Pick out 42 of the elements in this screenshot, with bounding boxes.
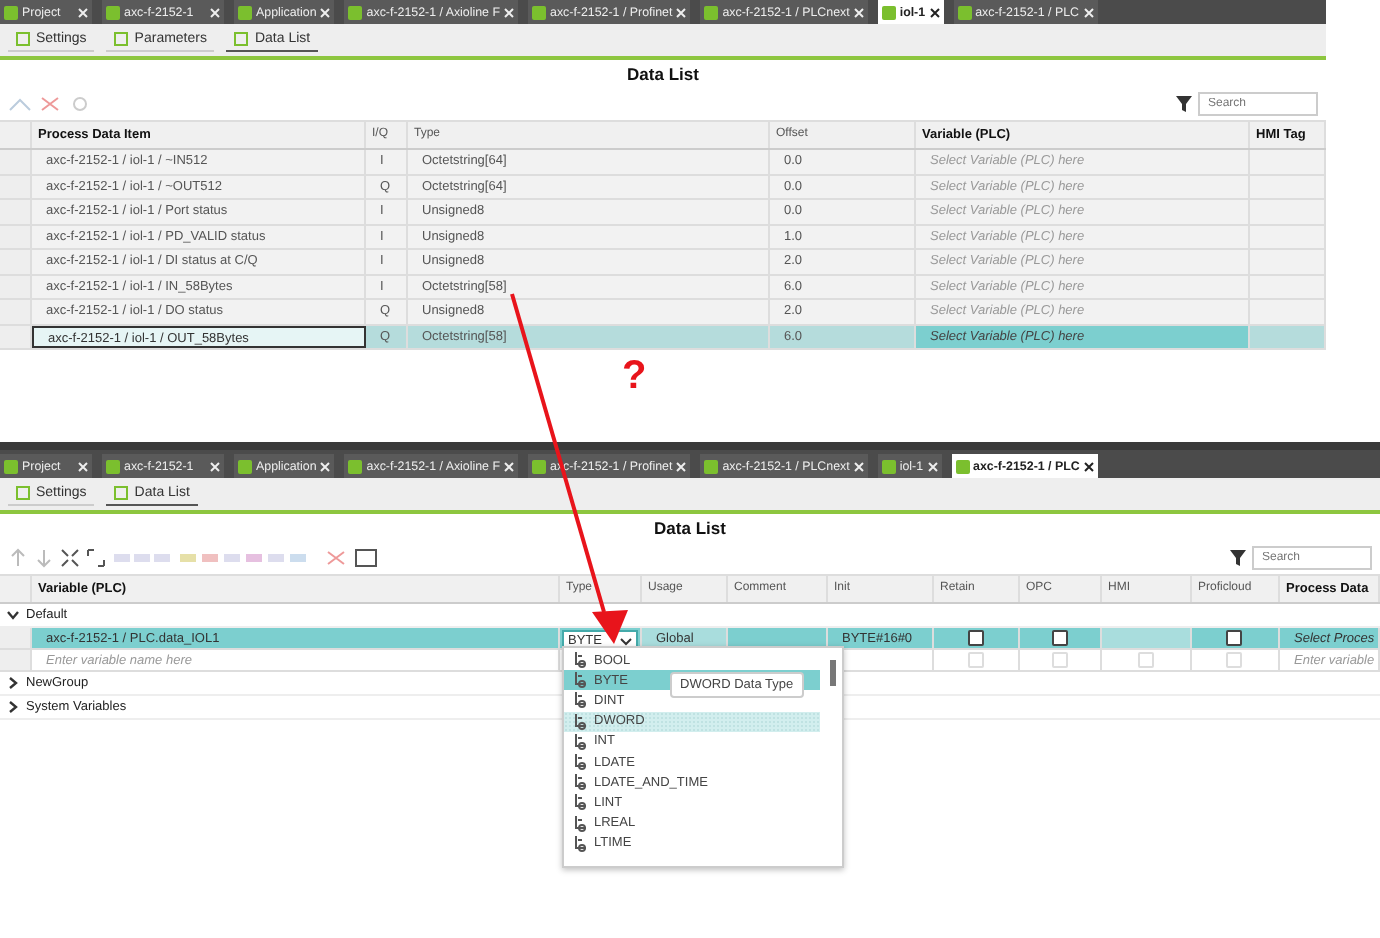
checkbox[interactable] [967, 630, 983, 646]
data-type-icon [572, 754, 586, 771]
module-icon [957, 5, 972, 19]
module-icon [4, 5, 18, 19]
table-icon[interactable] [354, 548, 378, 568]
data-type-icon [572, 774, 586, 791]
module-icon [532, 5, 546, 19]
panel-title: Data List [625, 62, 701, 88]
checkbox[interactable] [1226, 630, 1242, 646]
module-icon [704, 5, 719, 19]
data-type-icon [572, 733, 586, 750]
filter-icon[interactable] [1176, 96, 1192, 112]
data-type-icon [572, 672, 586, 689]
close-icon[interactable] [1083, 461, 1094, 471]
module-icon [106, 459, 120, 473]
module-icon [881, 459, 896, 473]
module-icon [4, 459, 18, 473]
module-icon [238, 5, 252, 19]
data-type-icon [572, 692, 586, 709]
module-icon [238, 459, 252, 473]
checkbox[interactable] [1051, 630, 1067, 646]
question-mark: ? [622, 354, 647, 400]
module-icon [348, 5, 363, 19]
data-type-icon [572, 652, 586, 669]
module-icon [881, 5, 896, 19]
data-type-icon [572, 713, 586, 730]
module-icon [532, 459, 546, 473]
module-icon [106, 5, 120, 19]
chevron-icon[interactable] [6, 608, 20, 622]
chevron-icon [620, 637, 632, 645]
data-type-icon [572, 794, 586, 811]
data-type-icon [572, 835, 586, 852]
collapse-icon[interactable] [60, 548, 80, 568]
module-icon [955, 459, 970, 473]
expand-icon[interactable] [86, 548, 106, 568]
filter-icon[interactable] [1230, 550, 1246, 566]
tool-icons-drawing [112, 548, 172, 568]
data-type-icon [572, 815, 586, 832]
panel-title: Data List [652, 516, 728, 542]
module-icon [348, 459, 363, 473]
close-icon[interactable] [929, 7, 940, 17]
module-icon [704, 459, 719, 473]
